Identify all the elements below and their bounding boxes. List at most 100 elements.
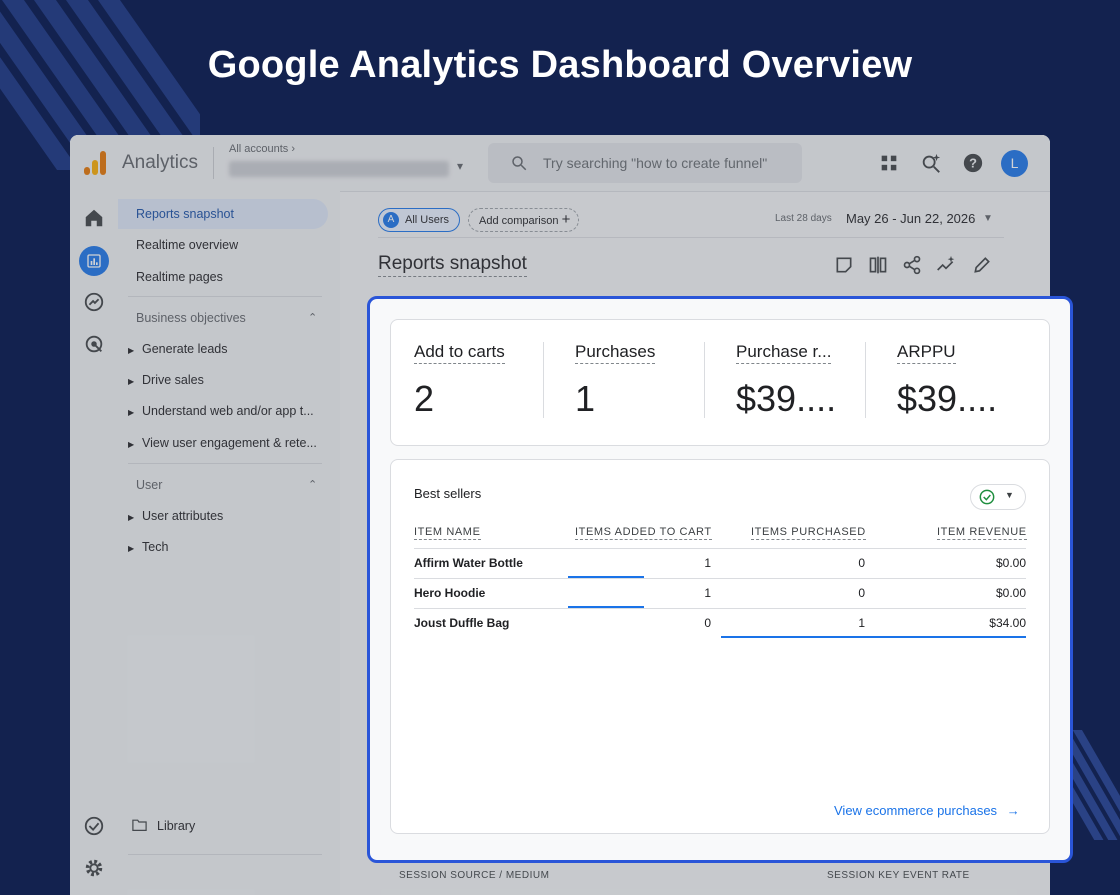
kpi-value: $39.... — [736, 378, 837, 419]
cell-items-purchased: 1 — [858, 616, 865, 630]
cell-item-revenue: $0.00 — [995, 586, 1026, 600]
nav-section-business[interactable]: Business objectives — [136, 311, 246, 325]
search-icon — [512, 156, 527, 171]
home-icon[interactable] — [83, 207, 105, 229]
divider — [865, 342, 866, 418]
column-header-items-added[interactable]: ITEMS ADDED TO CART — [575, 526, 712, 540]
help-icon[interactable]: ? — [962, 152, 984, 174]
explore-icon[interactable] — [83, 291, 105, 313]
date-range-picker[interactable]: May 26 - Jun 22, 2026 — [846, 211, 975, 226]
nav-item-reports-snapshot[interactable]: Reports snapshot — [118, 199, 328, 229]
nav-item-drive-sales[interactable]: ▶ Drive sales — [128, 373, 204, 387]
column-header-item-name[interactable]: ITEM NAME — [414, 526, 481, 540]
nav-item-realtime-pages[interactable]: Realtime pages — [118, 262, 328, 292]
snapshot-title: Reports snapshot — [378, 253, 527, 277]
cell-item-name: Joust Duffle Bag — [414, 616, 510, 630]
dropdown-icon[interactable]: ▼ — [983, 213, 993, 224]
best-sellers-title: Best sellers — [414, 486, 482, 501]
cell-items-added: 0 — [704, 616, 711, 630]
arrow-right-icon: → — [1006, 803, 1020, 818]
share-icon[interactable] — [902, 255, 922, 275]
kpi-add-to-carts[interactable]: Add to carts 2 — [414, 342, 574, 420]
folder-icon — [132, 819, 147, 831]
notes-icon[interactable] — [834, 255, 854, 275]
account-name-blurred[interactable] — [229, 161, 449, 177]
check-circle-icon — [979, 489, 995, 505]
cell-item-revenue: $0.00 — [995, 556, 1026, 570]
expand-arrow-icon: ▶ — [128, 346, 135, 355]
settings-gear-icon[interactable] — [83, 857, 105, 879]
table-row[interactable]: Hero Hoodie 1 0 $0.00 — [414, 578, 1026, 608]
insights-icon[interactable] — [936, 255, 956, 275]
edit-pencil-icon[interactable] — [972, 255, 992, 275]
chevron-up-icon[interactable]: ⌃ — [308, 311, 317, 324]
items-purchased-bar — [721, 636, 1026, 638]
reports-icon[interactable] — [79, 246, 109, 276]
avatar[interactable]: L — [1001, 150, 1028, 177]
nav-item-user-engagement[interactable]: ▶ View user engagement & rete... — [128, 436, 317, 450]
cell-items-added: 1 — [704, 556, 711, 570]
search-bar[interactable]: Try searching "how to create funnel" — [488, 143, 802, 183]
nav-item-user-attributes[interactable]: ▶ User attributes — [128, 509, 223, 523]
admin-check-icon[interactable] — [83, 815, 105, 837]
kpi-label: Add to carts — [414, 342, 505, 364]
cell-item-name: Affirm Water Bottle — [414, 556, 523, 570]
nav-item-realtime-overview[interactable]: Realtime overview — [118, 230, 328, 260]
table-row[interactable]: Affirm Water Bottle 1 0 $0.00 — [414, 548, 1026, 578]
divider — [704, 342, 705, 418]
dropdown-icon: ▼ — [1005, 490, 1014, 500]
chevron-up-icon[interactable]: ⌃ — [308, 478, 317, 491]
search-insights-icon[interactable] — [920, 152, 942, 174]
kpi-label: Purchase r... — [736, 342, 832, 364]
nav-item-understand-web[interactable]: ▶ Understand web and/or app t... — [128, 404, 314, 418]
plus-icon: + — [561, 211, 571, 228]
advertising-icon[interactable] — [83, 333, 105, 355]
nav-item-tech[interactable]: ▶ Tech — [128, 540, 168, 554]
apps-grid-icon[interactable] — [878, 152, 900, 174]
kpi-purchase-revenue[interactable]: Purchase r... $39.... — [736, 342, 896, 420]
expand-arrow-icon: ▶ — [128, 440, 135, 449]
add-comparison-button[interactable]: Add comparison + — [468, 208, 580, 232]
icon-rail — [70, 191, 119, 895]
kpi-value: $39.... — [897, 378, 998, 419]
compare-icon[interactable] — [868, 255, 888, 275]
kpi-value: 2 — [414, 378, 435, 419]
cell-item-name: Hero Hoodie — [414, 586, 486, 600]
svg-text:?: ? — [969, 156, 977, 171]
column-header-items-purchased[interactable]: ITEMS PURCHASED — [751, 526, 866, 540]
analytics-logo-icon — [84, 151, 108, 175]
nav-item-library[interactable]: Library — [132, 819, 195, 833]
best-sellers-card: Best sellers ▼ ITEM NAME ITEMS ADDED TO … — [390, 459, 1050, 834]
status-filter-chip[interactable]: ▼ — [970, 484, 1026, 510]
app-name: Analytics — [122, 152, 199, 173]
cell-items-purchased: 0 — [858, 586, 865, 600]
side-nav: Reports snapshot Realtime overview Realt… — [118, 191, 340, 895]
expand-arrow-icon: ▶ — [128, 544, 135, 553]
view-ecommerce-purchases-link[interactable]: View ecommerce purchases → — [834, 803, 1020, 818]
column-session-key-event-rate: SESSION KEY EVENT RATE — [827, 870, 970, 881]
divider — [543, 342, 544, 418]
table-row[interactable]: Joust Duffle Bag 0 1 $34.00 — [414, 608, 1026, 638]
page-title: Google Analytics Dashboard Overview — [207, 44, 913, 86]
all-users-chip[interactable]: A All Users — [378, 208, 461, 232]
expand-arrow-icon: ▶ — [128, 513, 135, 522]
kpi-arppu[interactable]: ARPPU $39.... — [897, 342, 1057, 420]
expand-arrow-icon: ▶ — [128, 408, 135, 417]
kpi-label: ARPPU — [897, 342, 956, 364]
date-range-label: Last 28 days — [775, 213, 832, 224]
kpi-purchases[interactable]: Purchases 1 — [575, 342, 735, 420]
divider — [378, 237, 1004, 238]
search-placeholder: Try searching "how to create funnel" — [543, 155, 768, 171]
account-dropdown-icon[interactable]: ▾ — [457, 159, 463, 173]
divider — [128, 463, 322, 464]
nav-section-user[interactable]: User — [136, 478, 162, 492]
divider — [213, 147, 214, 179]
nav-item-generate-leads[interactable]: ▶ Generate leads — [128, 342, 227, 356]
expand-arrow-icon: ▶ — [128, 377, 135, 386]
column-header-item-revenue[interactable]: ITEM REVENUE — [937, 526, 1027, 540]
column-session-source: SESSION SOURCE / MEDIUM — [399, 870, 550, 881]
segment-letter-badge: A — [383, 212, 399, 229]
account-breadcrumb[interactable]: All accounts › — [229, 143, 295, 155]
divider — [128, 296, 322, 297]
divider — [128, 854, 322, 855]
